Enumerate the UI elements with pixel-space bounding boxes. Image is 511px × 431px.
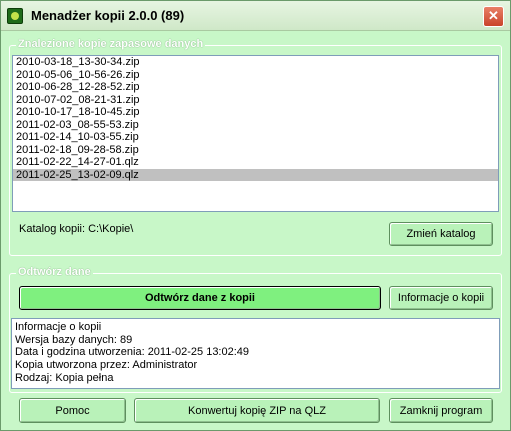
backup-file-item[interactable]: 2010-10-17_18-10-45.zip	[13, 106, 498, 119]
convert-zip-to-qlz-button[interactable]: Konwertuj kopię ZIP na QLZ	[134, 398, 380, 423]
change-catalog-button[interactable]: Zmień katalog	[389, 222, 493, 246]
app-icon	[7, 8, 23, 24]
backup-file-item[interactable]: 2011-02-14_10-03-55.zip	[13, 131, 498, 144]
help-button-label: Pomoc	[55, 404, 90, 417]
backup-info-button-label: Informacje o kopii	[397, 292, 485, 304]
backup-info-line: Rodzaj: Kopia pełna	[15, 371, 114, 384]
backup-files-list[interactable]: 2010-03-18_13-30-34.zip 2010-05-06_10-56-…	[12, 55, 499, 212]
backup-manager-window: Menadżer kopii 2.0.0 (89) ✕ Znalezione k…	[0, 0, 511, 431]
backup-file-item[interactable]: 2011-02-25_13-02-09.qlz	[13, 168, 498, 181]
catalog-path-label: Katalog kopii: C:\Kopie\	[19, 223, 134, 235]
convert-button-label: Konwertuj kopię ZIP na QLZ	[188, 404, 326, 417]
backup-file-item[interactable]: 2010-06-28_12-28-52.zip	[13, 81, 498, 94]
close-program-button[interactable]: Zamknij program	[389, 398, 493, 423]
backup-file-item[interactable]: 2011-02-03_08-55-53.zip	[13, 119, 498, 132]
backup-file-item[interactable]: 2011-02-22_14-27-01.qlz	[13, 156, 498, 169]
change-catalog-button-label: Zmień katalog	[406, 228, 476, 240]
close-window-button[interactable]: ✕	[483, 6, 504, 27]
backup-info-line: Kopia utworzona przez: Administrator	[15, 359, 198, 372]
restore-group-legend: Odtwórz dane	[16, 266, 93, 278]
restore-data-button-label: Odtwórz dane z kopii	[144, 292, 255, 304]
backup-file-item[interactable]: 2010-03-18_13-30-34.zip	[13, 56, 498, 69]
title-bar[interactable]: Menadżer kopii 2.0.0 (89) ✕	[1, 1, 510, 31]
backup-file-item[interactable]: 2010-05-06_10-56-26.zip	[13, 69, 498, 82]
backup-file-item[interactable]: 2011-02-18_09-28-58.zip	[13, 144, 498, 157]
backups-group-legend: Znalezione kopie zapasowe danych	[16, 38, 206, 50]
backup-info-button[interactable]: Informacje o kopii	[389, 286, 493, 310]
help-button[interactable]: Pomoc	[19, 398, 126, 423]
window-title: Menadżer kopii 2.0.0 (89)	[31, 8, 185, 23]
backup-file-item[interactable]: 2010-07-02_08-21-31.zip	[13, 94, 498, 107]
backup-info-line: Informacje o kopii	[15, 321, 102, 333]
backup-info-panel: Informacje o kopii Wersja bazy danych: 89…	[11, 318, 500, 389]
backup-info-line: Data i godzina utworzenia: 2011-02-25 13…	[15, 346, 250, 359]
close-program-button-label: Zamknij program	[399, 404, 483, 417]
backup-info-line: Wersja bazy danych: 89	[15, 333, 133, 346]
close-icon: ✕	[488, 8, 499, 23]
restore-data-button[interactable]: Odtwórz dane z kopii	[19, 286, 381, 310]
